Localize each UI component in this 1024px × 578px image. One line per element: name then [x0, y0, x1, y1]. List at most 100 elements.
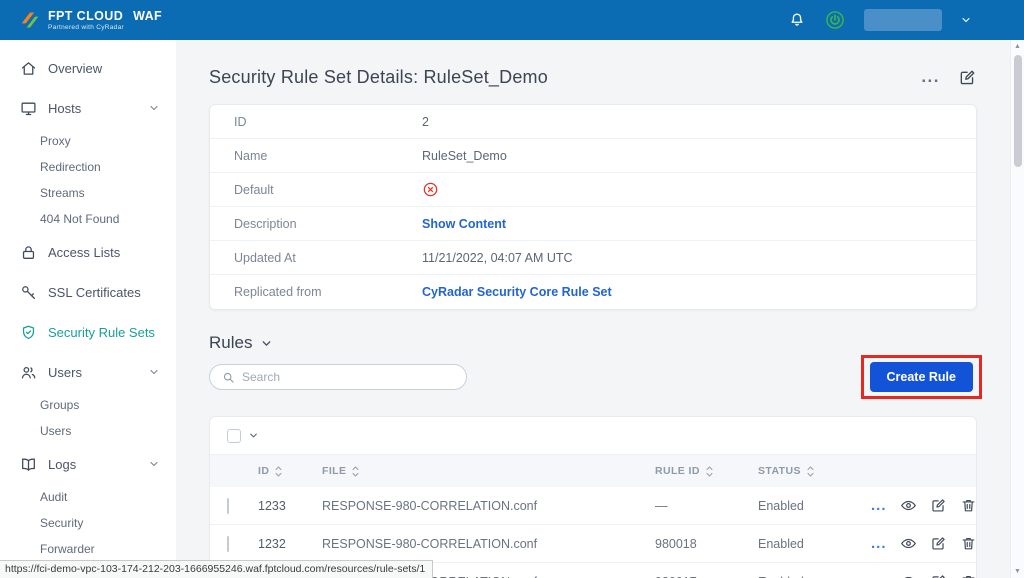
chevron-down-icon[interactable]	[148, 366, 160, 378]
scrollbar-thumb[interactable]	[1014, 55, 1022, 167]
trash-icon[interactable]	[960, 497, 977, 514]
bell-icon[interactable]	[788, 11, 806, 29]
table-row: 1233 RESPONSE-980-CORRELATION.conf — Ena…	[210, 487, 976, 525]
detail-value: 2	[422, 115, 429, 129]
detail-value: RuleSet_Demo	[422, 149, 507, 163]
sidebar-item-security[interactable]: Security	[0, 510, 176, 536]
cell-rule-id: —	[655, 499, 758, 513]
detail-label: Name	[234, 149, 422, 163]
more-actions-button[interactable]: ...	[871, 540, 887, 548]
sidebar-item-proxy[interactable]: Proxy	[0, 128, 176, 154]
edit-icon[interactable]	[958, 68, 977, 87]
edit-icon[interactable]	[930, 573, 947, 578]
status-url-tooltip: https://fci-demo-vpc-103-174-212-203-166…	[0, 560, 433, 578]
sidebar-item-label: Hosts	[48, 101, 81, 116]
topbar-actions	[788, 9, 972, 31]
more-actions-button[interactable]: ...	[871, 502, 887, 510]
replicated-from-link[interactable]: CyRadar Security Core Rule Set	[422, 285, 612, 299]
sidebar-item-streams[interactable]: Streams	[0, 180, 176, 206]
column-header-id[interactable]: ID	[258, 465, 322, 478]
sidebar-item-audit[interactable]: Audit	[0, 484, 176, 510]
cell-rule-id: 980017	[655, 575, 758, 578]
eye-icon[interactable]	[900, 535, 917, 552]
detail-label: Replicated from	[234, 285, 422, 299]
sidebar-item-404-not-found[interactable]: 404 Not Found	[0, 206, 176, 232]
page-head: Security Rule Set Details: RuleSet_Demo …	[209, 62, 977, 92]
select-all-checkbox[interactable]	[227, 429, 241, 443]
chevron-down-icon[interactable]	[148, 102, 160, 114]
detail-label: Updated At	[234, 251, 422, 265]
sort-icon	[705, 465, 714, 478]
detail-label: ID	[234, 115, 422, 129]
create-rule-button[interactable]: Create Rule	[870, 362, 973, 392]
fpt-logo-icon	[20, 10, 40, 30]
sidebar-item-logs[interactable]: Logs	[0, 444, 176, 484]
search-icon	[222, 371, 235, 384]
sidebar-item-label: Logs	[48, 457, 76, 472]
chevron-down-icon[interactable]	[960, 14, 972, 26]
sidebar-item-security-rule-sets[interactable]: Security Rule Sets	[0, 312, 176, 352]
column-header-rule-id[interactable]: RULE ID	[655, 465, 758, 478]
sidebar-item-redirection[interactable]: Redirection	[0, 154, 176, 180]
scrollbar[interactable]: ▲ ▼	[1010, 40, 1024, 578]
sidebar-item-hosts[interactable]: Hosts	[0, 88, 176, 128]
sidebar-item-groups[interactable]: Groups	[0, 392, 176, 418]
rules-heading: Rules	[209, 330, 977, 356]
column-label: ID	[258, 465, 269, 477]
power-icon[interactable]	[824, 9, 846, 31]
sidebar-item-users-sub[interactable]: Users	[0, 418, 176, 444]
cell-status: Enabled	[758, 537, 865, 551]
column-header-status[interactable]: STATUS	[758, 465, 865, 478]
detail-row-name: Name RuleSet_Demo	[210, 139, 976, 173]
brand-tagline: Partnered with CyRadar	[48, 24, 162, 31]
trash-icon[interactable]	[960, 573, 977, 578]
row-actions: ...	[865, 535, 977, 552]
lock-icon	[20, 244, 37, 261]
show-content-link[interactable]: Show Content	[422, 217, 506, 231]
sidebar-item-label: Security	[40, 516, 83, 530]
edit-icon[interactable]	[930, 497, 947, 514]
detail-label: Default	[234, 183, 422, 197]
chevron-down-icon[interactable]	[248, 430, 259, 441]
page-title: Security Rule Set Details: RuleSet_Demo	[209, 67, 548, 88]
chevron-down-icon[interactable]	[148, 458, 160, 470]
detail-label: Description	[234, 217, 422, 231]
brand-logo[interactable]: FPT CLOUD WAF Partnered with CyRadar	[20, 9, 162, 31]
user-menu[interactable]	[864, 9, 942, 31]
sidebar-item-overview[interactable]: Overview	[0, 48, 176, 88]
cell-id: 1232	[258, 537, 322, 551]
sidebar-item-ssl-certificates[interactable]: SSL Certificates	[0, 272, 176, 312]
edit-icon[interactable]	[930, 535, 947, 552]
column-header-file[interactable]: FILE	[322, 465, 655, 478]
table-header: ID FILE RULE ID STATUS	[210, 455, 976, 487]
search-input[interactable]	[242, 370, 454, 384]
row-checkbox[interactable]	[227, 536, 229, 552]
eye-icon[interactable]	[900, 573, 917, 578]
sidebar-item-label: Access Lists	[48, 245, 120, 260]
sidebar-item-label: Audit	[40, 490, 67, 504]
sidebar-item-forwarder[interactable]: Forwarder	[0, 536, 176, 562]
main-content: Security Rule Set Details: RuleSet_Demo …	[176, 40, 1010, 578]
search-box[interactable]	[209, 364, 467, 390]
scroll-up-arrow[interactable]: ▲	[1014, 40, 1021, 53]
create-rule-wrap: Create Rule	[870, 362, 973, 392]
rules-heading-label: Rules	[209, 333, 252, 353]
shield-check-icon	[20, 324, 37, 341]
sort-icon	[274, 465, 283, 478]
eye-icon[interactable]	[900, 497, 917, 514]
sidebar-item-access-lists[interactable]: Access Lists	[0, 232, 176, 272]
trash-icon[interactable]	[960, 535, 977, 552]
detail-row-id: ID 2	[210, 105, 976, 139]
chevron-down-icon[interactable]	[260, 337, 273, 350]
brand-name: FPT CLOUD	[48, 9, 123, 23]
monitor-icon	[20, 100, 37, 117]
row-checkbox[interactable]	[227, 498, 229, 514]
sidebar: Overview Hosts Proxy Redirection Streams…	[0, 40, 176, 578]
more-options-button[interactable]: ...	[921, 72, 940, 82]
sidebar-item-users[interactable]: Users	[0, 352, 176, 392]
detail-row-description: Description Show Content	[210, 207, 976, 241]
page-actions: ...	[921, 68, 977, 87]
top-bar: FPT CLOUD WAF Partnered with CyRadar	[0, 0, 1024, 40]
sidebar-item-label: Users	[40, 424, 71, 438]
scroll-down-arrow[interactable]: ▼	[1014, 565, 1021, 578]
